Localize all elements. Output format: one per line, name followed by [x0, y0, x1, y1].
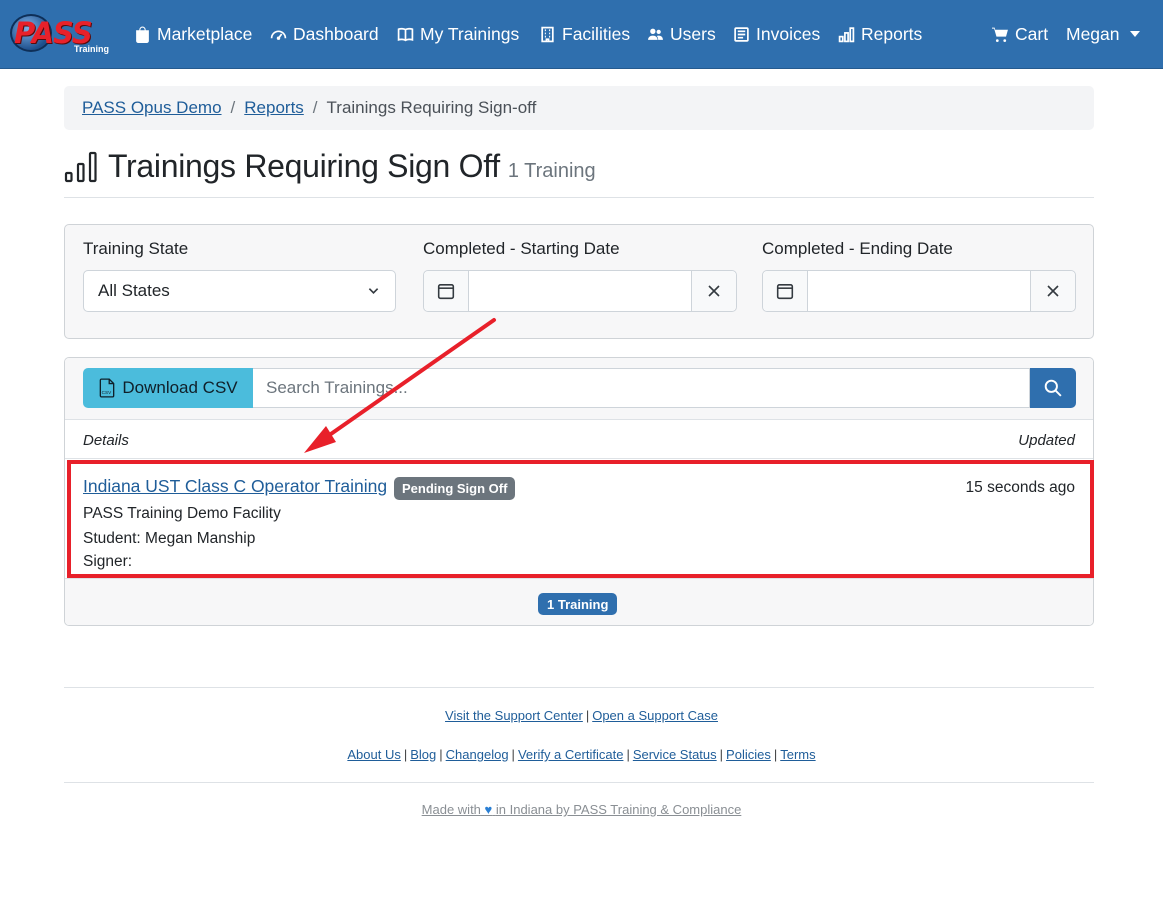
breadcrumb-current: Trainings Requiring Sign-off: [326, 98, 537, 117]
download-csv-button[interactable]: CSV Download CSV: [83, 368, 253, 408]
training-state-label: Training State: [83, 239, 189, 258]
start-date-label: Completed - Starting Date: [423, 239, 620, 258]
made-with-line: Made with ♥ in Indiana by PASS Training …: [0, 802, 1163, 817]
student-name: Student: Megan Manship: [83, 530, 256, 547]
end-date-calendar-button[interactable]: [763, 271, 808, 311]
page-heading: Trainings Requiring Sign Off 1 Training: [64, 148, 596, 185]
footer-link-changelog[interactable]: Changelog: [446, 747, 509, 762]
table-row: Indiana UST Class C Operator Training Pe…: [65, 458, 1093, 578]
footer-link-policies[interactable]: Policies: [726, 747, 771, 762]
footer-divider: [64, 687, 1094, 688]
receipt-icon: [734, 26, 749, 42]
nav-dashboard-label: Dashboard: [293, 23, 379, 44]
end-date-clear-button[interactable]: [1030, 271, 1075, 311]
list-toolbar: CSV Download CSV: [65, 358, 1093, 420]
close-icon: [708, 285, 720, 297]
nav-dashboard[interactable]: Dashboard: [270, 22, 379, 46]
user-menu[interactable]: Megan: [1066, 22, 1140, 46]
nav-reports[interactable]: Reports: [838, 22, 922, 46]
heart-icon: ♥: [484, 802, 493, 817]
end-date-group: [762, 270, 1076, 312]
download-csv-label: Download CSV: [122, 378, 238, 397]
facility-name: PASS Training Demo Facility: [83, 505, 281, 522]
made-with-suffix: in Indiana by PASS Training & Compliance: [495, 802, 742, 817]
nav-users-label: Users: [670, 23, 716, 44]
signer-name: Signer:: [83, 553, 133, 570]
caret-down-icon: [1129, 31, 1140, 37]
bar-chart-icon: [64, 151, 97, 182]
nav-marketplace[interactable]: Marketplace: [134, 22, 252, 46]
column-header-details: Details: [83, 432, 129, 449]
footer-link-about[interactable]: About Us: [347, 747, 400, 762]
footer-link-terms[interactable]: Terms: [780, 747, 815, 762]
support-links: Visit the Support Center | Open a Support …: [445, 708, 718, 723]
breadcrumb-separator: /: [312, 98, 318, 117]
open-support-case-link[interactable]: Open a Support Case: [592, 708, 718, 723]
building-icon: [541, 26, 554, 42]
nav-reports-label: Reports: [861, 23, 923, 44]
search-button[interactable]: [1030, 368, 1076, 408]
top-navbar: PASS Training Marketplace Dashboard My T…: [0, 0, 1163, 69]
footer-divider: [64, 782, 1094, 783]
nav-invoices[interactable]: Invoices: [733, 22, 820, 46]
nav-users[interactable]: Users: [647, 22, 716, 46]
breadcrumb-separator: /: [230, 98, 236, 117]
nav-my-trainings-label: My Trainings: [420, 23, 520, 44]
nav-cart[interactable]: Cart: [992, 22, 1048, 46]
column-header-updated: Updated: [1018, 432, 1075, 449]
breadcrumb: PASS Opus Demo / Reports / Trainings Req…: [64, 86, 1094, 130]
breadcrumb-link-reports[interactable]: Reports: [244, 98, 304, 118]
nav-marketplace-label: Marketplace: [157, 23, 253, 44]
pass-training-logo[interactable]: PASS Training: [8, 10, 110, 56]
updated-time: 15 seconds ago: [965, 479, 1075, 496]
svg-text:CSV: CSV: [102, 390, 112, 395]
close-icon: [1047, 285, 1059, 297]
footer-link-status[interactable]: Service Status: [633, 747, 717, 762]
nav-facilities-label: Facilities: [562, 23, 631, 44]
start-date-group: [423, 270, 737, 312]
csv-file-icon: CSV: [100, 378, 115, 398]
page-title-count: 1 Training: [507, 160, 596, 182]
book-icon: [397, 27, 414, 41]
footer-links: About Us | Blog | Changelog | Verify a Certifi…: [347, 747, 816, 762]
breadcrumb-link-home[interactable]: PASS Opus Demo: [82, 98, 222, 118]
trainings-list-card: CSV Download CSV Details Updated Indiana…: [64, 357, 1094, 626]
start-date-calendar-button[interactable]: [424, 271, 469, 311]
calendar-icon: [776, 284, 794, 300]
training-state-select[interactable]: All States: [83, 270, 396, 312]
end-date-label: Completed - Ending Date: [762, 239, 953, 258]
training-title-link[interactable]: Indiana UST Class C Operator Training: [83, 476, 387, 497]
made-with-link[interactable]: Made with ♥ in Indiana by PASS Training …: [422, 802, 742, 817]
list-footer: 1 Training: [65, 578, 1093, 625]
user-menu-label: Megan: [1066, 23, 1120, 44]
footer-link-blog[interactable]: Blog: [410, 747, 436, 762]
nav-my-trainings[interactable]: My Trainings: [397, 22, 519, 46]
footer-link-verify[interactable]: Verify a Certificate: [518, 747, 624, 762]
total-count-badge: 1 Training: [538, 593, 618, 615]
logo-subtitle: Training: [74, 44, 110, 54]
page-title: Trainings Requiring Sign Off: [108, 148, 500, 184]
people-icon: [648, 28, 663, 40]
status-badge: Pending Sign Off: [394, 477, 516, 500]
bar-chart-icon: [838, 26, 855, 42]
nav-facilities[interactable]: Facilities: [539, 22, 630, 46]
made-with-prefix: Made with: [421, 802, 481, 817]
search-icon: [1044, 379, 1062, 397]
start-date-clear-button[interactable]: [691, 271, 736, 311]
chevron-down-icon: [368, 288, 379, 294]
filter-card: Training State All States Completed - St…: [64, 224, 1094, 339]
end-date-input[interactable]: [809, 271, 1031, 311]
cart-icon: [992, 27, 1008, 42]
support-center-link[interactable]: Visit the Support Center: [445, 708, 583, 723]
start-date-input[interactable]: [470, 271, 692, 311]
nav-invoices-label: Invoices: [756, 23, 821, 44]
nav-cart-label: Cart: [1015, 23, 1049, 44]
calendar-icon: [437, 284, 455, 300]
search-input[interactable]: [253, 368, 1030, 408]
training-state-value: All States: [98, 281, 170, 300]
speedometer-icon: [270, 29, 287, 40]
bag-icon: [136, 26, 149, 43]
heading-divider: [64, 197, 1094, 198]
